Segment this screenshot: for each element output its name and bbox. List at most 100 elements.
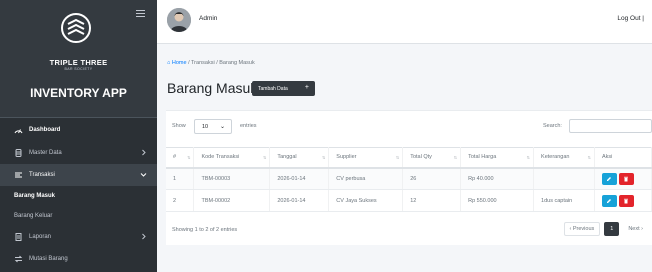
breadcrumb-home[interactable]: ⌂ Home: [167, 60, 187, 66]
column-header-tanggal[interactable]: Tanggal ⇅: [269, 147, 330, 169]
brand-subtitle: BAR SOCIETY: [64, 67, 93, 71]
cell-qty: 12: [402, 189, 462, 212]
sidebar-item-label: Master Data: [29, 150, 62, 156]
page-title: Barang Masuk: [167, 80, 258, 96]
sidebar-item-transaksi[interactable]: Transaksi: [0, 164, 157, 186]
brand-logo-icon: [61, 13, 91, 43]
column-header-qty[interactable]: Total Qty ⇅: [402, 147, 462, 169]
add-data-label: Tambah Data: [258, 85, 288, 92]
chevron-right-icon: [142, 233, 146, 240]
table-row: 1 TBM-00003 2026-01-14 CV perbusa 26 Rp …: [166, 167, 652, 190]
sidebar-menu: Dashboard Master Data Transaksi Barang M…: [0, 118, 157, 270]
logout-link[interactable]: Log Out |: [617, 15, 644, 22]
search-input[interactable]: [569, 119, 652, 133]
data-table: # ⇅ Kode Transaksi ⇅ Tanggal ⇅ Supplier ⇅ To…: [166, 147, 652, 212]
column-header-supplier[interactable]: Supplier ⇅: [328, 147, 404, 169]
column-header-keterangan[interactable]: Keterangan ⇅: [533, 147, 595, 169]
column-header-harga[interactable]: Total Harga ⇅: [460, 147, 535, 169]
cell-no: 1: [166, 167, 195, 190]
sort-icon: ⇅: [587, 155, 591, 160]
sidebar-item-mutasi-barang[interactable]: Mutasi Barang: [0, 248, 157, 270]
show-label: Show: [172, 123, 186, 129]
column-header-no[interactable]: # ⇅: [166, 147, 195, 169]
menu-toggle-icon[interactable]: [136, 10, 145, 17]
sort-icon: ⇅: [321, 155, 326, 160]
previous-button[interactable]: ‹ Previous: [563, 222, 601, 236]
header-label: Total Harga: [468, 154, 497, 161]
cell-kode: TBM-00002: [193, 189, 271, 212]
dashboard-icon: [14, 129, 23, 134]
cell-aksi: [594, 167, 652, 190]
entries-length-value: 10: [202, 124, 209, 130]
header-label: Kode Transaksi: [201, 154, 240, 161]
user-avatar-icon: [167, 8, 191, 32]
edit-button[interactable]: [601, 172, 617, 185]
breadcrumb-current: Barang Masuk: [219, 60, 255, 66]
pencil-icon: [607, 198, 612, 203]
brand-name: TRIPLE THREE: [49, 58, 108, 67]
pagination: ‹ Previous 1 Next ›: [563, 222, 649, 236]
avatar[interactable]: [167, 8, 191, 32]
search-label: Search:: [543, 123, 562, 129]
cell-harga: Rp 550.000: [460, 189, 535, 212]
data-card: Show 10 ⌄ entries Search: # ⇅ Kode Transa…: [166, 110, 652, 245]
table-header-row: # ⇅ Kode Transaksi ⇅ Tanggal ⇅ Supplier ⇅ To…: [166, 147, 652, 169]
column-header-aksi: Aksi: [594, 147, 652, 169]
delete-button[interactable]: [618, 194, 634, 207]
sidebar-item-label: Barang Keluar: [14, 213, 53, 219]
header-label: Total Qty: [410, 154, 432, 161]
header-label: Keterangan: [541, 154, 570, 161]
header-label: Tanggal: [277, 154, 297, 161]
sort-icon: ⇅: [453, 155, 458, 160]
breadcrumb-separator: /: [188, 60, 190, 66]
next-button[interactable]: Next ›: [623, 222, 648, 236]
sidebar-item-barang-masuk[interactable]: Barang Masuk: [0, 186, 157, 206]
sort-icon: ⇅: [395, 155, 400, 160]
chevron-down-icon: ⌄: [219, 124, 225, 130]
sort-icon: ⇅: [187, 155, 191, 160]
sort-icon: ⇅: [263, 155, 267, 160]
breadcrumb-separator: /: [216, 60, 218, 66]
entries-label: entries: [240, 123, 257, 129]
entries-length-select[interactable]: 10 ⌄: [194, 119, 232, 134]
app-name: INVENTORY APP: [30, 86, 127, 100]
list-icon: [15, 172, 22, 178]
header-label: #: [173, 154, 177, 161]
column-header-kode[interactable]: Kode Transaksi ⇅: [193, 147, 271, 169]
breadcrumb-transaksi[interactable]: Transaksi: [191, 60, 215, 66]
chevron-down-icon: [140, 173, 147, 177]
edit-button[interactable]: [601, 194, 617, 207]
sidebar-item-label: Dashboard: [29, 127, 61, 133]
chevron-right-icon: [142, 149, 146, 156]
trash-icon: [624, 176, 629, 182]
database-icon: [15, 149, 22, 157]
delete-button[interactable]: [618, 172, 634, 185]
topbar: Admin Log Out |: [157, 0, 652, 44]
header-label: Aksi: [601, 154, 613, 161]
cell-tanggal: 2026-01-14: [269, 167, 330, 190]
swap-icon: [14, 255, 23, 263]
sidebar-item-master-data[interactable]: Master Data: [0, 142, 157, 164]
sidebar-item-label: Barang Masuk: [14, 193, 56, 199]
file-icon: [15, 233, 22, 241]
sidebar-item-label: Laporan: [29, 234, 52, 240]
table-row: 2 TBM-00002 2026-01-14 CV Jaya Sukses 12…: [166, 189, 652, 212]
sort-icon: ⇅: [526, 155, 531, 160]
cell-supplier: CV perbusa: [328, 167, 404, 190]
add-data-button[interactable]: Tambah Data +: [252, 81, 315, 96]
user-name[interactable]: Admin: [199, 15, 217, 22]
cell-aksi: [594, 189, 652, 212]
cell-keterangan: [533, 167, 595, 190]
sidebar-item-dashboard[interactable]: Dashboard: [0, 118, 157, 142]
breadcrumb: ⌂ Home / Transaksi / Barang Masuk: [167, 60, 255, 66]
cell-keterangan: 1dus captain: [533, 189, 595, 212]
sidebar-item-barang-keluar[interactable]: Barang Keluar: [0, 206, 157, 226]
sidebar-item-laporan[interactable]: Laporan: [0, 226, 157, 248]
page-button-1[interactable]: 1: [604, 222, 620, 236]
sidebar-brand: TRIPLE THREE BAR SOCIETY INVENTORY APP: [0, 0, 157, 118]
plus-icon: +: [304, 84, 309, 91]
cell-qty: 26: [402, 167, 462, 190]
pencil-icon: [607, 176, 612, 181]
cell-harga: Rp 40.000: [460, 167, 535, 190]
cell-supplier: CV Jaya Sukses: [328, 189, 404, 212]
